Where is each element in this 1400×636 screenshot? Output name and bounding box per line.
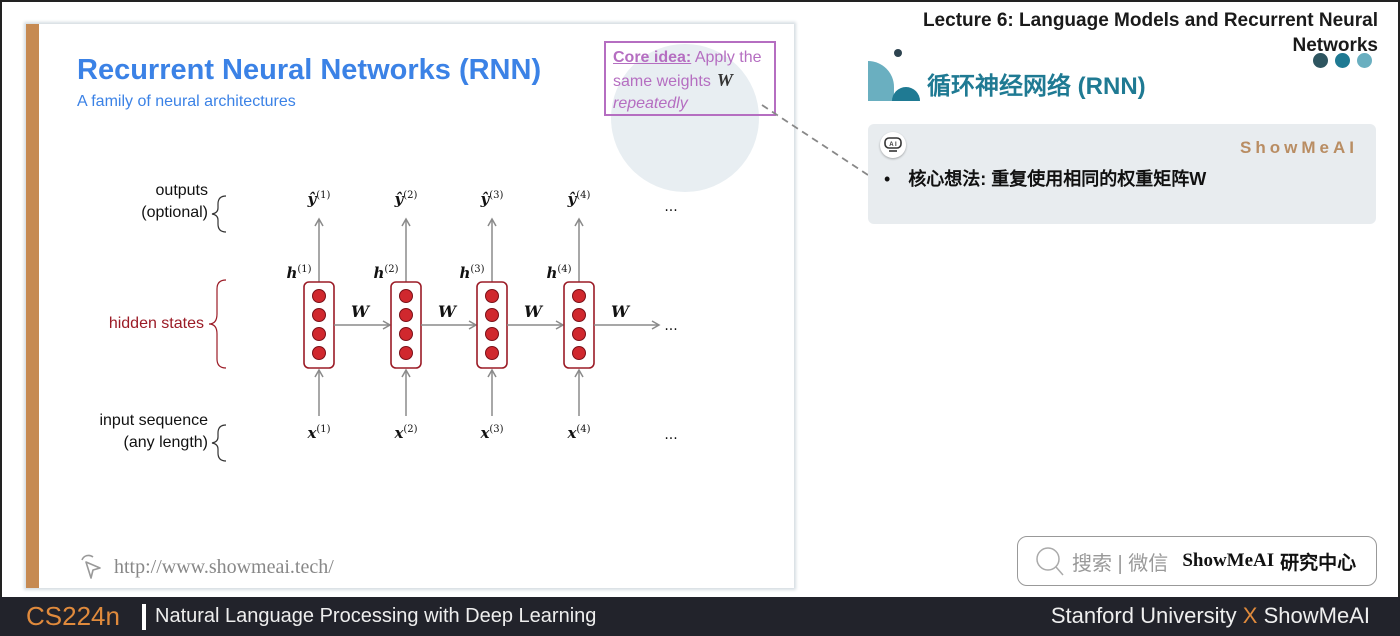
ellipsis: ... — [664, 427, 677, 443]
hidden-unit-node — [399, 308, 413, 322]
hidden-unit-node — [572, 289, 586, 303]
search-hint: 搜索 | 微信 — [1072, 552, 1169, 575]
screen-frame: Recurrent Neural Networks (RNN) A family… — [0, 0, 1400, 597]
hidden-unit-node — [399, 346, 413, 360]
output-label-y: ŷ(1) — [307, 190, 331, 208]
hidden-label-h: h(2) — [373, 264, 398, 282]
partner-stanford: Stanford University — [1050, 603, 1237, 628]
weight-label-w: W — [524, 302, 544, 321]
dot-dark — [1313, 53, 1328, 68]
hidden-unit-node — [485, 308, 499, 322]
hidden-unit-node — [312, 308, 326, 322]
weight-label-w: W — [438, 302, 458, 321]
website-url[interactable]: http://www.showmeai.tech/ — [114, 556, 334, 579]
search-brand-cn: 研究中心 — [1280, 552, 1357, 574]
input-brace — [211, 424, 227, 462]
svg-text:A I: A I — [889, 142, 897, 148]
footer-divider — [142, 604, 146, 630]
course-code: CS224n — [26, 601, 120, 631]
output-label-y: ŷ(3) — [480, 190, 504, 208]
rnn-diagram: ŷ(1) h(1) x(1) Wŷ(2) h(2) x(2) Wŷ(3) h(3) x(3) Wŷ… — [208, 190, 678, 462]
note-text: 核心想法: 重复使用相同的权重矩阵W — [908, 169, 1207, 189]
hidden-unit-node — [572, 308, 586, 322]
partner-showmeai: ShowMeAI — [1263, 603, 1370, 628]
search-icon — [1036, 547, 1064, 576]
dot-light — [1357, 53, 1372, 68]
section-logo-icon — [868, 49, 920, 101]
wechat-search-box[interactable]: 搜索 | 微信 ShowMeAI 研究中心 — [1017, 536, 1377, 586]
dot-teal — [1335, 53, 1350, 68]
partner-x: X — [1242, 603, 1258, 628]
note-card: A I ShowMeAI • 核心想法: 重复使用相同的权重矩阵W — [868, 124, 1376, 224]
bullet-icon: • — [884, 169, 891, 189]
footer-bar: CS224n Natural Language Processing with … — [0, 597, 1400, 636]
hidden-unit-node — [399, 327, 413, 341]
hidden-label-h: h(3) — [459, 264, 484, 282]
ellipsis: ... — [664, 199, 677, 215]
section-heading: 循环神经网络 (RNN) — [927, 73, 1146, 100]
output-label-y: ŷ(4) — [567, 190, 591, 208]
hidden-label-h: h(4) — [546, 264, 571, 282]
weight-label-w: W — [611, 302, 631, 321]
input-label-x: x(4) — [566, 424, 590, 442]
search-brand: ShowMeAI — [1182, 550, 1275, 571]
output-label-y: ŷ(2) — [394, 190, 418, 208]
ellipsis: ... — [664, 318, 677, 334]
hidden-unit-node — [485, 327, 499, 341]
hidden-unit-node — [572, 327, 586, 341]
hidden-unit-node — [572, 346, 586, 360]
input-label-x: x(1) — [306, 424, 330, 442]
hidden-unit-node — [399, 289, 413, 303]
course-name: Natural Language Processing with Deep Le… — [155, 605, 597, 627]
input-label-x: x(2) — [393, 424, 417, 442]
hidden-unit-node — [312, 346, 326, 360]
ai-robot-icon: A I — [880, 132, 906, 158]
lecture-title: Lecture 6: Language Models and Recurrent… — [922, 10, 1378, 56]
note-item: • 核心想法: 重复使用相同的权重矩阵W — [884, 165, 1206, 191]
website-link[interactable]: http://www.showmeai.tech/ — [76, 552, 334, 582]
cursor-click-icon — [81, 554, 101, 579]
hidden-label-h: h(1) — [286, 264, 311, 282]
decorative-dots — [1313, 53, 1372, 68]
hidden-unit-node — [485, 289, 499, 303]
partner-credit: Stanford University X ShowMeAI — [1051, 603, 1370, 629]
hidden-unit-node — [485, 346, 499, 360]
weight-label-w: W — [351, 302, 371, 321]
outputs-brace — [211, 195, 227, 233]
hidden-unit-node — [312, 289, 326, 303]
input-label-x: x(3) — [479, 424, 503, 442]
hidden-brace — [208, 279, 227, 369]
hidden-unit-node — [312, 327, 326, 341]
slide: Recurrent Neural Networks (RNN) A family… — [26, 24, 794, 588]
brand-tag: ShowMeAI — [1240, 138, 1358, 157]
